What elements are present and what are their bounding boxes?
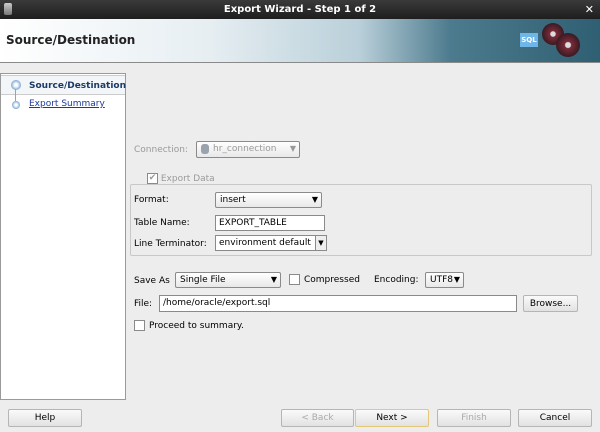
save-as-label: Save As: [134, 276, 170, 286]
current-step-icon: [11, 80, 21, 90]
sql-export-reels-icon: SQL: [520, 23, 582, 59]
browse-button[interactable]: Browse...: [523, 295, 578, 312]
finish-button[interactable]: Finish: [437, 409, 511, 427]
connection-value: hr_connection: [213, 144, 277, 154]
compressed-label: Compressed: [304, 275, 360, 285]
window-title: Export Wizard - Step 1 of 2: [223, 4, 377, 15]
proceed-to-summary-checkbox[interactable]: [134, 320, 145, 331]
chevron-down-icon: ▼: [315, 236, 326, 250]
chevron-down-icon: ▼: [289, 144, 296, 153]
step-export-summary[interactable]: Export Summary: [1, 94, 125, 114]
export-data-checkbox[interactable]: ✔ Export Data: [144, 173, 218, 184]
table-name-label: Table Name:: [134, 218, 190, 228]
page-title: Source/Destination: [6, 33, 136, 47]
step-icon: [12, 101, 20, 109]
step-label: Export Summary: [29, 99, 105, 109]
format-select[interactable]: insert ▼: [215, 192, 322, 208]
back-button[interactable]: < Back: [281, 409, 354, 427]
line-terminator-value: environment default: [219, 238, 311, 248]
encoding-value: UTF8: [430, 275, 453, 285]
file-label: File:: [134, 299, 153, 309]
chevron-down-icon: ▼: [453, 275, 460, 284]
table-name-input[interactable]: EXPORT_TABLE: [215, 215, 325, 231]
checkbox-checked-icon: ✔: [147, 173, 158, 184]
database-app-icon: [4, 3, 12, 15]
format-label: Format:: [134, 195, 169, 205]
export-data-label: Export Data: [160, 174, 215, 184]
close-icon[interactable]: ✕: [585, 0, 594, 19]
wizard-header: Source/Destination SQL: [0, 19, 600, 63]
step-source-destination[interactable]: Source/Destination: [1, 75, 127, 95]
save-as-select[interactable]: Single File ▼: [175, 272, 281, 288]
line-terminator-select[interactable]: environment default ▼: [215, 235, 327, 251]
database-icon: [201, 143, 209, 154]
steps-panel: Source/Destination Export Summary: [0, 73, 126, 400]
help-button[interactable]: Help: [8, 409, 82, 427]
title-bar: Export Wizard - Step 1 of 2 ✕: [0, 0, 600, 19]
step-label: Source/Destination: [29, 81, 127, 91]
chevron-down-icon: ▼: [311, 195, 318, 204]
connection-label: Connection:: [134, 145, 188, 155]
encoding-select[interactable]: UTF8 ▼: [425, 272, 464, 288]
proceed-to-summary-label: Proceed to summary.: [149, 321, 244, 331]
cancel-button[interactable]: Cancel: [518, 409, 592, 427]
encoding-label: Encoding:: [374, 275, 419, 285]
compressed-checkbox[interactable]: [289, 274, 300, 285]
line-terminator-label: Line Terminator:: [134, 239, 207, 249]
next-button[interactable]: Next >: [355, 409, 429, 427]
chevron-down-icon: ▼: [270, 275, 277, 284]
connection-select[interactable]: hr_connection ▼: [196, 141, 300, 158]
save-as-value: Single File: [180, 275, 226, 285]
file-input[interactable]: /home/oracle/export.sql: [159, 295, 517, 312]
format-value: insert: [220, 195, 246, 205]
